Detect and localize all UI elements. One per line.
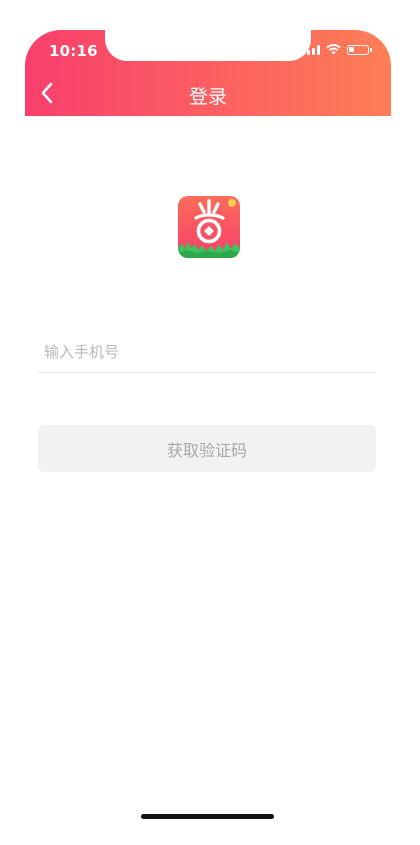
signal-icon bbox=[302, 44, 320, 55]
device-notch bbox=[105, 30, 311, 61]
phone-number-field[interactable] bbox=[38, 332, 376, 373]
get-verification-code-button[interactable]: 获取验证码 bbox=[38, 425, 376, 472]
page-title: 登录 bbox=[188, 86, 227, 108]
battery-icon bbox=[347, 44, 372, 55]
phone-number-input[interactable] bbox=[38, 332, 376, 372]
logo-image bbox=[178, 196, 240, 258]
wifi-icon bbox=[326, 44, 341, 55]
app-logo bbox=[178, 196, 240, 258]
status-time: 10:16 bbox=[49, 42, 98, 60]
status-icons bbox=[302, 44, 372, 55]
home-indicator[interactable] bbox=[141, 814, 274, 819]
top-bar: 10:16 登录 bbox=[25, 30, 391, 116]
